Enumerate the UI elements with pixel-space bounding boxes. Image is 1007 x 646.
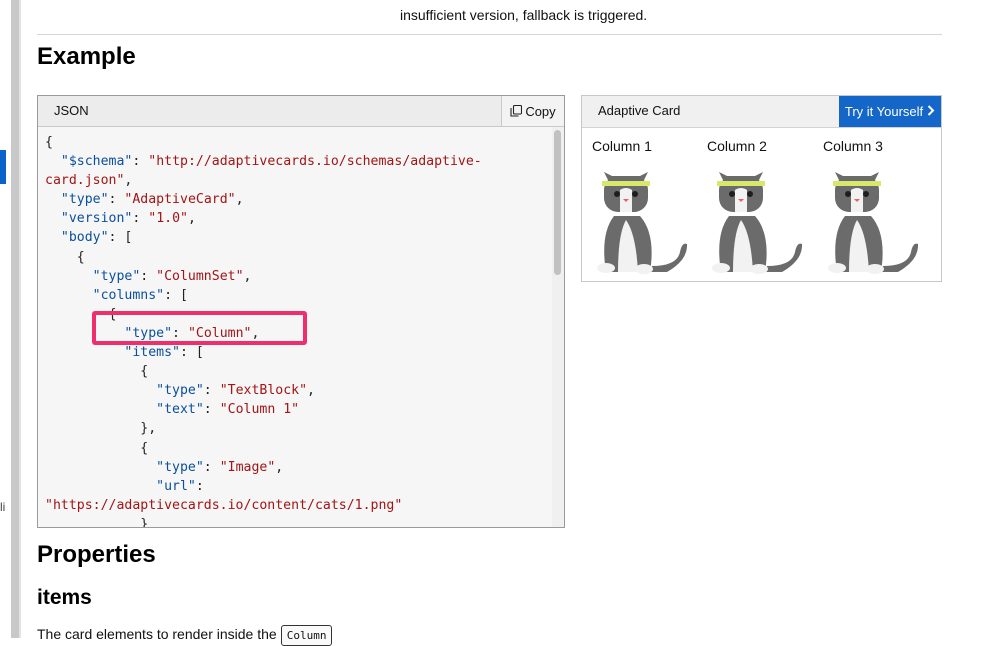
nav-text-fragment: li bbox=[0, 500, 6, 514]
page-scrollbar[interactable] bbox=[11, 0, 19, 638]
highlight-box bbox=[92, 311, 307, 345]
code-line: "type": "Image", bbox=[156, 459, 284, 475]
json-panel-header: JSON Copy bbox=[38, 96, 564, 127]
json-panel-title: JSON bbox=[54, 103, 89, 118]
card-panel-title: Adaptive Card bbox=[598, 103, 681, 118]
code-line: } bbox=[45, 516, 149, 527]
items-description-text: The card elements to render inside the bbox=[37, 626, 277, 642]
card-column-2: Column 2 bbox=[707, 134, 817, 274]
column-label: Column 2 bbox=[707, 138, 767, 154]
items-heading: items bbox=[37, 586, 92, 609]
intro-text: insufficient version, fallback is trigge… bbox=[400, 7, 648, 23]
code-line: { bbox=[45, 249, 85, 265]
code-line: { bbox=[45, 364, 149, 380]
code-line: "https://adaptivecards.io/content/cats/1… bbox=[45, 497, 403, 513]
card-column-3: Column 3 bbox=[823, 134, 933, 274]
scrollbar-edge bbox=[19, 0, 21, 638]
code-line: "text": "Column 1" bbox=[156, 402, 300, 418]
copy-icon bbox=[510, 104, 523, 117]
code-line: "version": "1.0", bbox=[60, 211, 196, 227]
cat-image bbox=[712, 172, 802, 274]
adaptive-card-panel: Adaptive Card Try it Yourself Column 1 C… bbox=[581, 95, 942, 282]
code-scrollbar-thumb[interactable] bbox=[554, 130, 561, 275]
code-line: "type": "TextBlock", bbox=[156, 383, 315, 399]
section-divider bbox=[37, 34, 942, 35]
card-panel-header: Adaptive Card Try it Yourself bbox=[582, 96, 941, 128]
try-it-yourself-label: Try it Yourself bbox=[844, 104, 924, 119]
inline-code-column: Column bbox=[280, 625, 333, 646]
code-line: "columns": [ bbox=[92, 287, 188, 303]
cat-image bbox=[597, 172, 687, 274]
items-description: The card elements to render inside the Co… bbox=[37, 625, 333, 646]
code-line: "url": bbox=[156, 478, 204, 494]
copy-button[interactable]: Copy bbox=[501, 96, 564, 126]
code-line: { bbox=[45, 135, 53, 150]
try-it-yourself-button[interactable]: Try it Yourself bbox=[839, 96, 941, 127]
left-rail bbox=[0, 0, 8, 638]
code-line: { bbox=[45, 440, 149, 456]
column-label: Column 3 bbox=[823, 138, 883, 154]
code-line: "body": [ bbox=[60, 230, 133, 246]
column-label: Column 1 bbox=[592, 138, 652, 154]
nav-active-indicator bbox=[0, 150, 6, 184]
code-line: card.json", bbox=[45, 173, 133, 189]
code-line: }, bbox=[45, 421, 157, 437]
properties-heading: Properties bbox=[37, 541, 156, 568]
copy-label: Copy bbox=[525, 103, 556, 119]
code-line: "items": [ bbox=[124, 345, 204, 361]
chevron-right-icon bbox=[927, 104, 935, 119]
code-scrollbar[interactable] bbox=[552, 127, 564, 527]
code-line: "type": "ColumnSet", bbox=[92, 268, 252, 284]
cat-image bbox=[828, 172, 918, 274]
card-column-1: Column 1 bbox=[592, 134, 702, 274]
code-line: "type": "AdaptiveCard", bbox=[60, 192, 244, 208]
code-line: "$schema": "http://adaptivecards.io/sche… bbox=[60, 154, 482, 170]
example-heading: Example bbox=[37, 43, 136, 70]
